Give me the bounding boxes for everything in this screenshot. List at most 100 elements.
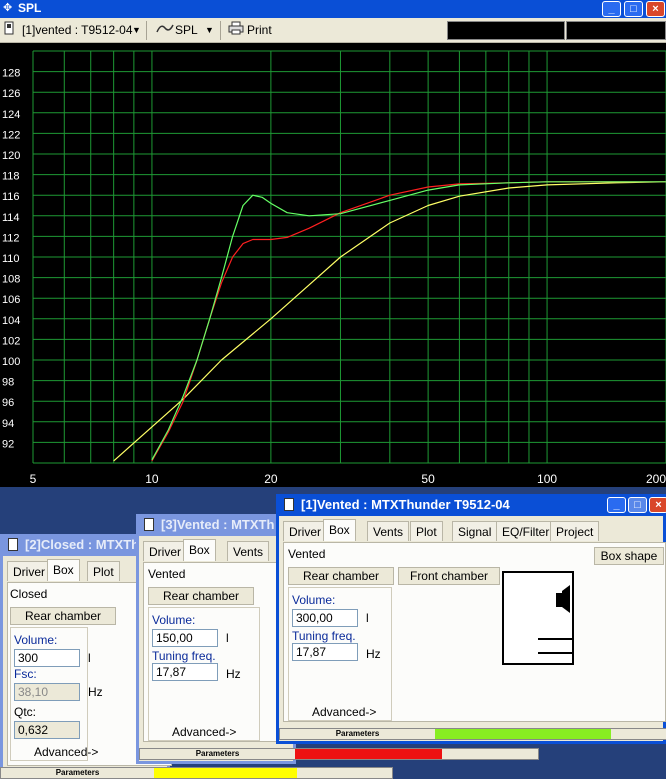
vented-150-tabs: Driver Box Vents	[143, 539, 298, 561]
readout-box-1	[447, 21, 565, 40]
x-tick-label: 5	[30, 472, 37, 486]
parameters-statusbar: Parameters	[139, 748, 539, 760]
volume-input[interactable]: 300,00	[292, 609, 358, 627]
parameters-progress	[295, 749, 442, 759]
toolbar-separator	[146, 21, 147, 40]
tuning-freq-input[interactable]: 17,87	[292, 643, 358, 661]
y-tick-label: 104	[2, 315, 20, 327]
project-icon	[4, 21, 18, 40]
minimize-button[interactable]: _	[602, 1, 621, 17]
volume-unit: l	[366, 611, 369, 625]
spl-window-titlebar[interactable]: ✥ SPL _ □ ×	[0, 0, 666, 18]
tab-project[interactable]: Project	[550, 521, 600, 541]
y-tick-label: 102	[2, 335, 20, 347]
volume-input[interactable]: 150,00	[152, 629, 218, 647]
y-tick-label: 106	[2, 294, 20, 306]
x-tick-label: 50	[421, 472, 435, 486]
fsc-input: 38,10	[14, 683, 80, 701]
tab-eq-filter[interactable]: EQ/Filter	[496, 521, 556, 541]
box-type-label: Vented	[288, 547, 326, 561]
tab-signal[interactable]: Signal	[452, 521, 498, 541]
y-tick-label: 128	[2, 68, 20, 80]
x-tick-label: 20	[264, 472, 278, 486]
maximize-button[interactable]: □	[624, 1, 643, 17]
spl-curve-icon	[156, 21, 174, 40]
project-dropdown[interactable]: [1]vented : T9512-04	[22, 21, 133, 40]
chevron-down-icon[interactable]: ▼	[132, 21, 141, 40]
advanced-button[interactable]: Advanced->	[34, 745, 98, 759]
spl-dropdown[interactable]: SPL	[175, 21, 198, 40]
tuning-freq-label: Tuning freq.	[152, 649, 216, 663]
series-line-3	[151, 181, 666, 461]
window-title: SPL	[18, 1, 42, 15]
vented-150-titlebar[interactable]: [3]Vented : MTXTh	[139, 514, 293, 536]
y-tick-label: 100	[2, 356, 20, 368]
tab-plot[interactable]: Plot	[87, 561, 120, 581]
advanced-button[interactable]: Advanced->	[172, 725, 236, 739]
parameters-statusbar: Parameters	[279, 728, 666, 740]
parameters-progress	[154, 768, 297, 778]
series-line-2	[151, 181, 666, 462]
tuning-freq-label: Tuning freq.	[292, 629, 356, 643]
document-icon	[144, 518, 154, 531]
volume-unit: l	[226, 631, 229, 645]
document-icon	[284, 498, 294, 511]
y-tick-label: 112	[2, 232, 20, 244]
volume-label: Volume:	[152, 613, 196, 627]
window-menu-icon[interactable]: ✥	[3, 2, 15, 14]
tab-vents[interactable]: Vents	[367, 521, 410, 541]
spl-chart[interactable]: 92 94 96 98 100 102 104 106 108 110 112 114 116 118 12…	[0, 43, 666, 487]
x-tick-label: 200	[646, 472, 666, 486]
close-button[interactable]: ×	[646, 1, 665, 17]
parameters-label: Parameters	[335, 729, 380, 738]
tab-box[interactable]: Box	[323, 519, 356, 541]
box-type-label: Closed	[10, 587, 48, 601]
rear-chamber-button[interactable]: Rear chamber	[148, 587, 254, 605]
tab-driver[interactable]: Driver	[143, 541, 187, 561]
y-tick-label: 120	[2, 150, 20, 162]
front-chamber-button[interactable]: Front chamber	[398, 567, 500, 585]
volume-label: Volume:	[292, 593, 336, 607]
y-tick-label: 124	[2, 109, 20, 121]
tab-plot[interactable]: Plot	[410, 521, 443, 541]
close-button[interactable]: ×	[649, 497, 666, 513]
y-tick-label: 92	[2, 438, 14, 450]
parameters-statusbar: Parameters	[0, 767, 393, 779]
readout-box-2	[566, 21, 666, 40]
box-shape-button[interactable]: Box shape	[594, 547, 664, 565]
print-button[interactable]: Print	[247, 21, 272, 40]
tab-box[interactable]: Box	[47, 559, 80, 581]
volume-unit: l	[88, 651, 91, 665]
tab-box[interactable]: Box	[183, 539, 216, 561]
speaker-driver-icon	[538, 585, 572, 654]
volume-input[interactable]: 300	[14, 649, 80, 667]
y-tick-label: 114	[2, 212, 20, 224]
spl-chart-svg[interactable]: 92 94 96 98 100 102 104 106 108 110 112 114 116 118 12…	[0, 43, 666, 487]
tuning-freq-unit: Hz	[366, 647, 381, 661]
parameters-progress	[435, 729, 611, 739]
tab-vents[interactable]: Vents	[227, 541, 270, 561]
y-tick-label: 116	[2, 191, 20, 203]
toolbar-separator	[220, 21, 221, 40]
tuning-freq-input[interactable]: 17,87	[152, 663, 218, 681]
vented-150-window[interactable]: [3]Vented : MTXTh Driver Box Vents Vente…	[136, 514, 539, 764]
qtc-value: 0,632	[14, 721, 80, 739]
vented-300-window[interactable]: [1]Vented : MTXThunder T9512-04 _ □ × Dr…	[276, 494, 666, 744]
tab-driver[interactable]: Driver	[7, 561, 51, 581]
rear-chamber-button[interactable]: Rear chamber	[288, 567, 394, 585]
printer-icon[interactable]	[228, 21, 244, 40]
rear-chamber-button[interactable]: Rear chamber	[10, 607, 116, 625]
y-tick-label: 122	[2, 129, 20, 141]
maximize-button[interactable]: □	[628, 497, 647, 513]
document-icon	[8, 538, 18, 551]
tab-driver[interactable]: Driver	[283, 521, 327, 541]
y-tick-label: 118	[2, 171, 20, 183]
vented-150-title: [3]Vented : MTXTh	[161, 517, 275, 532]
parameters-label: Parameters	[55, 768, 100, 777]
box-diagram	[502, 571, 574, 665]
chevron-down-icon[interactable]: ▼	[205, 21, 214, 40]
vented-300-titlebar[interactable]: [1]Vented : MTXThunder T9512-04 _ □ ×	[279, 494, 666, 516]
y-tick-label: 110	[2, 253, 20, 265]
advanced-button[interactable]: Advanced->	[312, 705, 376, 719]
minimize-button[interactable]: _	[607, 497, 626, 513]
